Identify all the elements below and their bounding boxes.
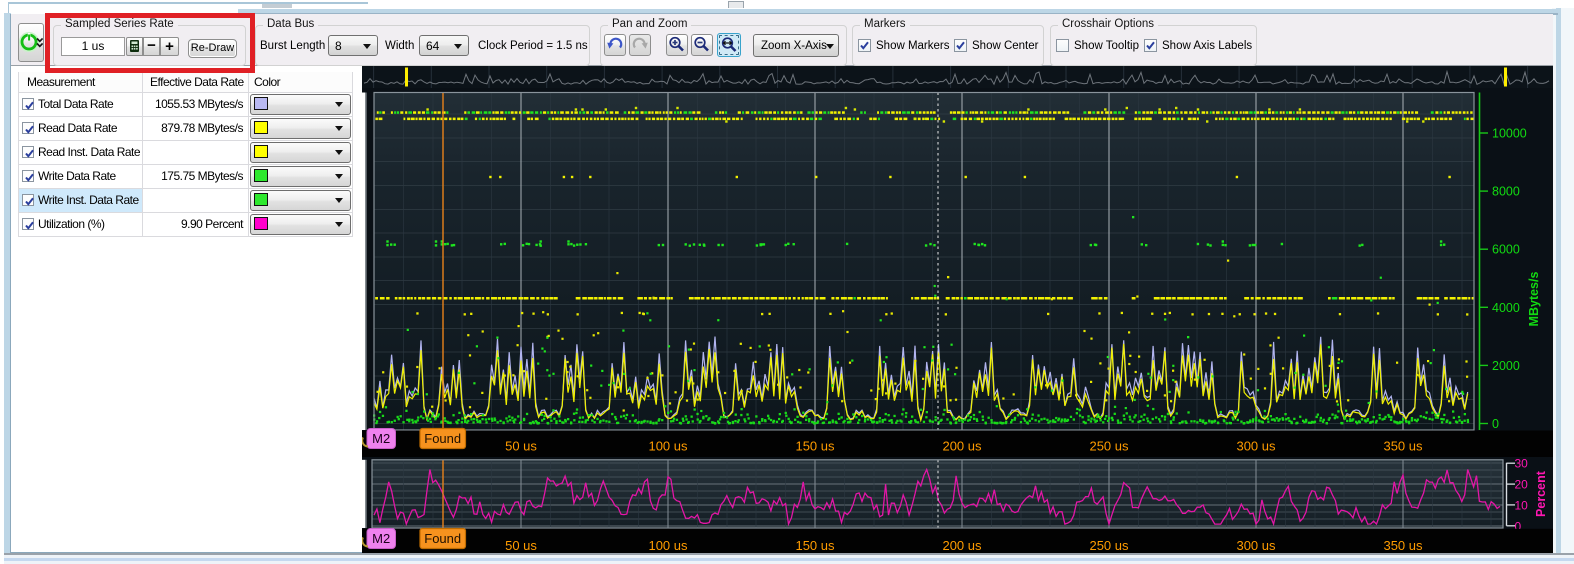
- svg-text:M2: M2: [372, 531, 390, 546]
- svg-text:4000: 4000: [1492, 301, 1520, 315]
- svg-text:2000: 2000: [1492, 359, 1520, 373]
- svg-text:10: 10: [1515, 498, 1529, 512]
- svg-text:50 us: 50 us: [505, 538, 537, 553]
- svg-text:MBytes/s: MBytes/s: [1527, 272, 1541, 327]
- svg-text:200 us: 200 us: [942, 439, 982, 454]
- svg-text:200 us: 200 us: [942, 538, 982, 553]
- svg-text:300 us: 300 us: [1236, 538, 1276, 553]
- svg-text:M2: M2: [372, 431, 390, 446]
- svg-text:250 us: 250 us: [1089, 439, 1129, 454]
- svg-text:100 us: 100 us: [648, 538, 688, 553]
- svg-text:350 us: 350 us: [1383, 439, 1423, 454]
- svg-text:150 us: 150 us: [795, 538, 835, 553]
- svg-text:Percent: Percent: [1534, 470, 1548, 517]
- svg-text:10000: 10000: [1492, 127, 1527, 141]
- svg-text:50 us: 50 us: [505, 439, 537, 454]
- svg-text:20: 20: [1515, 478, 1529, 492]
- svg-text:300 us: 300 us: [1236, 439, 1276, 454]
- svg-text:Found: Found: [424, 531, 461, 546]
- svg-text:100 us: 100 us: [648, 439, 688, 454]
- svg-text:Found: Found: [424, 431, 461, 446]
- svg-text:8000: 8000: [1492, 185, 1520, 199]
- svg-text:0: 0: [1492, 417, 1499, 431]
- svg-text:30: 30: [1515, 457, 1529, 471]
- svg-text:6000: 6000: [1492, 243, 1520, 257]
- svg-text:350 us: 350 us: [1383, 538, 1423, 553]
- svg-text:250 us: 250 us: [1089, 538, 1129, 553]
- svg-text:150 us: 150 us: [795, 439, 835, 454]
